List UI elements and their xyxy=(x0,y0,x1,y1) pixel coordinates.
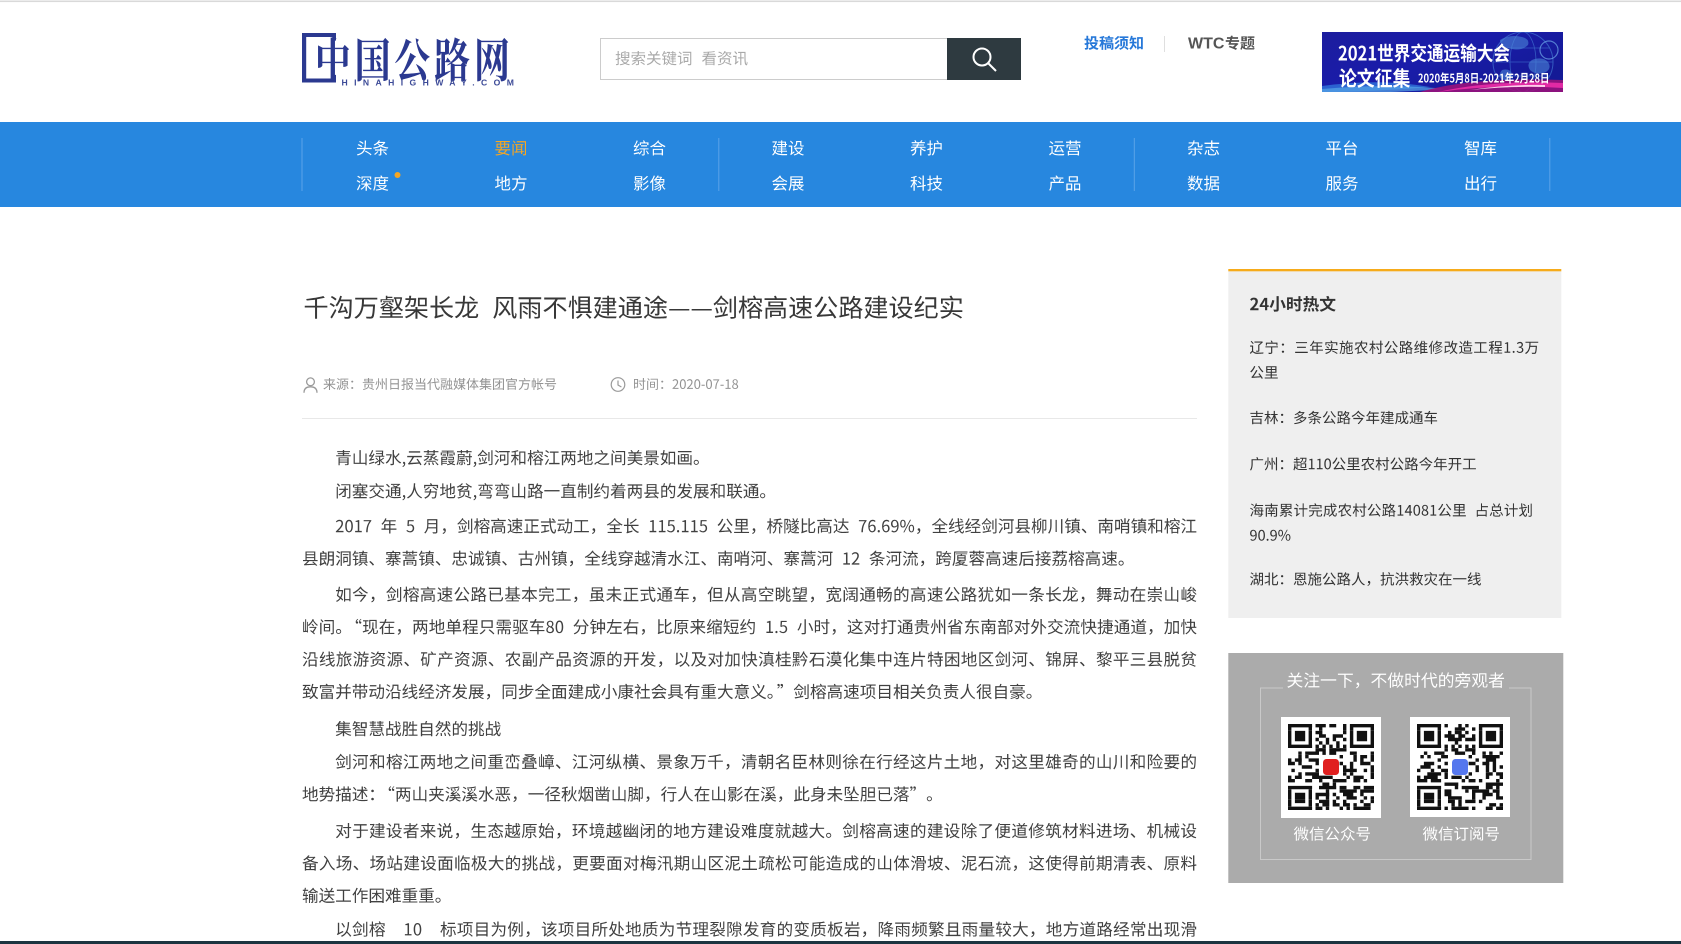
svg-text:HINAHIGHWAY.COM: HINAHIGHWAY.COM xyxy=(342,78,521,88)
svg-text:WTC: WTC xyxy=(1188,36,1225,53)
